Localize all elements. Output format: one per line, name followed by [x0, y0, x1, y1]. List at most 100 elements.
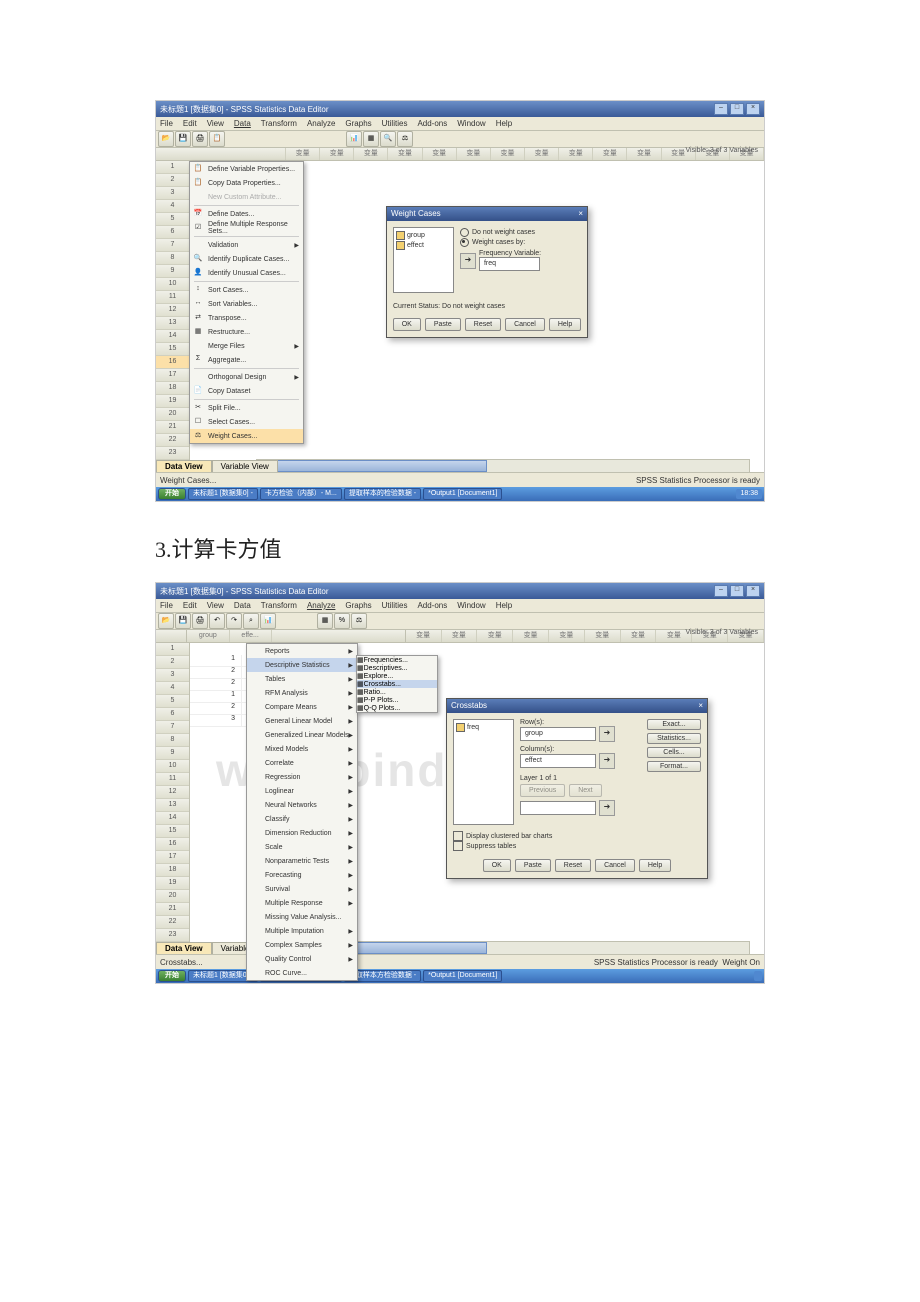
col-header[interactable]: 变量 — [549, 630, 585, 642]
row-header[interactable]: 1 — [156, 643, 189, 656]
col-header[interactable]: 变量 — [559, 148, 593, 160]
menu-edit[interactable]: Edit — [183, 601, 197, 610]
taskbar-item[interactable]: 提取样本的检验数据 - — [344, 488, 421, 500]
row-header[interactable]: 21 — [156, 903, 189, 916]
data-cell[interactable]: 2 — [190, 679, 242, 691]
col-header[interactable]: 变量 — [406, 630, 442, 642]
row-header[interactable]: 11 — [156, 773, 189, 786]
menu-item[interactable]: Forecasting▶ — [247, 868, 357, 882]
menu-item[interactable]: Missing Value Analysis... — [247, 910, 357, 924]
menu-addons[interactable]: Add-ons — [417, 601, 447, 610]
row-header[interactable]: 3 — [156, 669, 189, 682]
menu-analyze[interactable]: Analyze — [307, 119, 335, 128]
menu-item[interactable]: ⚖Weight Cases... — [190, 429, 303, 443]
row-header[interactable]: 22 — [156, 916, 189, 929]
taskbar-item[interactable]: *Output1 [Document1] — [423, 970, 502, 982]
menu-item[interactable]: Correlate▶ — [247, 756, 357, 770]
menu-graphs[interactable]: Graphs — [345, 119, 371, 128]
open-icon[interactable]: 📂 — [158, 131, 174, 147]
submenu-item[interactable]: ▦Frequencies... — [357, 656, 437, 664]
menu-transform[interactable]: Transform — [261, 601, 297, 610]
row-header[interactable]: 15 — [156, 343, 189, 356]
taskbar-item[interactable]: 未标题1 [数据集0] - — [188, 488, 258, 500]
chk-clustered[interactable]: Display clustered bar charts — [453, 831, 701, 841]
menu-item[interactable]: Reports▶ — [247, 644, 357, 658]
cells-button[interactable]: Cells... — [647, 747, 701, 758]
menu-help[interactable]: Help — [496, 601, 512, 610]
close-icon[interactable]: × — [746, 103, 760, 115]
row-header[interactable]: 5 — [156, 695, 189, 708]
maximize-icon[interactable]: □ — [730, 585, 744, 597]
row-header[interactable]: 20 — [156, 408, 189, 421]
row-header[interactable]: 6 — [156, 708, 189, 721]
layer-box[interactable] — [520, 801, 596, 815]
close-icon[interactable]: × — [746, 585, 760, 597]
row-header[interactable]: 9 — [156, 747, 189, 760]
save-icon[interactable]: 💾 — [175, 131, 191, 147]
row-header[interactable]: 18 — [156, 382, 189, 395]
open-icon[interactable]: 📂 — [158, 613, 174, 629]
chart-icon[interactable]: 📊 — [346, 131, 362, 147]
rows-box[interactable]: group — [520, 727, 596, 741]
menu-utilities[interactable]: Utilities — [382, 601, 408, 610]
menu-item[interactable]: Compare Means▶ — [247, 700, 357, 714]
row-header[interactable]: 19 — [156, 877, 189, 890]
menu-window[interactable]: Window — [457, 601, 485, 610]
row-header[interactable]: 6 — [156, 226, 189, 239]
menu-item[interactable]: Nonparametric Tests▶ — [247, 854, 357, 868]
menu-data[interactable]: Data — [234, 119, 251, 128]
redo-icon[interactable]: ↷ — [226, 613, 242, 629]
minimize-icon[interactable]: – — [714, 103, 728, 115]
col-header[interactable]: 变量 — [286, 148, 320, 160]
row-header[interactable]: 21 — [156, 421, 189, 434]
data-cell[interactable]: 2 — [190, 667, 242, 679]
menu-graphs[interactable]: Graphs — [345, 601, 371, 610]
data-cell[interactable]: 2 — [190, 703, 242, 715]
radio-no-weight[interactable]: Do not weight cases — [460, 228, 541, 237]
tool-icon[interactable]: % — [334, 613, 350, 629]
col-header[interactable]: 变量 — [320, 148, 354, 160]
row-header[interactable]: 4 — [156, 682, 189, 695]
menu-view[interactable]: View — [207, 119, 224, 128]
col-header[interactable]: 变量 — [423, 148, 457, 160]
next-button[interactable]: Next — [569, 784, 601, 797]
menu-item[interactable]: ☑Define Multiple Response Sets... — [190, 221, 303, 235]
col-header[interactable]: 变量 — [627, 148, 661, 160]
col-header[interactable]: 变量 — [593, 148, 627, 160]
submenu-item[interactable]: ▦Crosstabs... — [357, 680, 437, 688]
taskbar-item[interactable]: 卡方检验（内部）- M... — [260, 488, 342, 500]
close-icon[interactable]: × — [578, 207, 583, 221]
col-header[interactable]: 变量 — [457, 148, 491, 160]
goto-icon[interactable]: ⌕ — [243, 613, 259, 629]
maximize-icon[interactable]: □ — [730, 103, 744, 115]
menu-help[interactable]: Help — [496, 119, 512, 128]
menu-addons[interactable]: Add-ons — [417, 119, 447, 128]
menu-item[interactable]: Quality Control▶ — [247, 952, 357, 966]
menu-item[interactable]: ✂Split File... — [190, 401, 303, 415]
menu-item[interactable]: Neural Networks▶ — [247, 798, 357, 812]
menu-item[interactable]: ↕Sort Cases... — [190, 283, 303, 297]
move-button[interactable]: ➜ — [599, 753, 615, 769]
help-button[interactable]: Help — [549, 318, 581, 331]
row-header[interactable]: 11 — [156, 291, 189, 304]
row-header[interactable]: 15 — [156, 825, 189, 838]
close-icon[interactable]: × — [698, 699, 703, 713]
row-header[interactable]: 8 — [156, 252, 189, 265]
col-header[interactable]: 变量 — [491, 148, 525, 160]
row-header[interactable]: 7 — [156, 721, 189, 734]
move-button[interactable]: ➜ — [599, 726, 615, 742]
row-header[interactable]: 13 — [156, 317, 189, 330]
move-button[interactable]: ➜ — [599, 800, 615, 816]
menu-item[interactable]: Merge Files▶ — [190, 339, 303, 353]
submenu-item[interactable]: ▦Q-Q Plots... — [357, 704, 437, 712]
menu-data[interactable]: Data — [234, 601, 251, 610]
variable-listbox[interactable]: group effect — [393, 227, 454, 293]
col-header[interactable]: 变量 — [513, 630, 549, 642]
row-header[interactable]: 1 — [156, 161, 189, 174]
menu-file[interactable]: File — [160, 601, 173, 610]
start-button[interactable]: 开始 — [158, 970, 186, 982]
menu-item[interactable]: Complex Samples▶ — [247, 938, 357, 952]
col-group[interactable]: group — [187, 630, 229, 642]
row-header-highlight[interactable]: 16 — [156, 356, 189, 369]
row-header[interactable]: 10 — [156, 760, 189, 773]
